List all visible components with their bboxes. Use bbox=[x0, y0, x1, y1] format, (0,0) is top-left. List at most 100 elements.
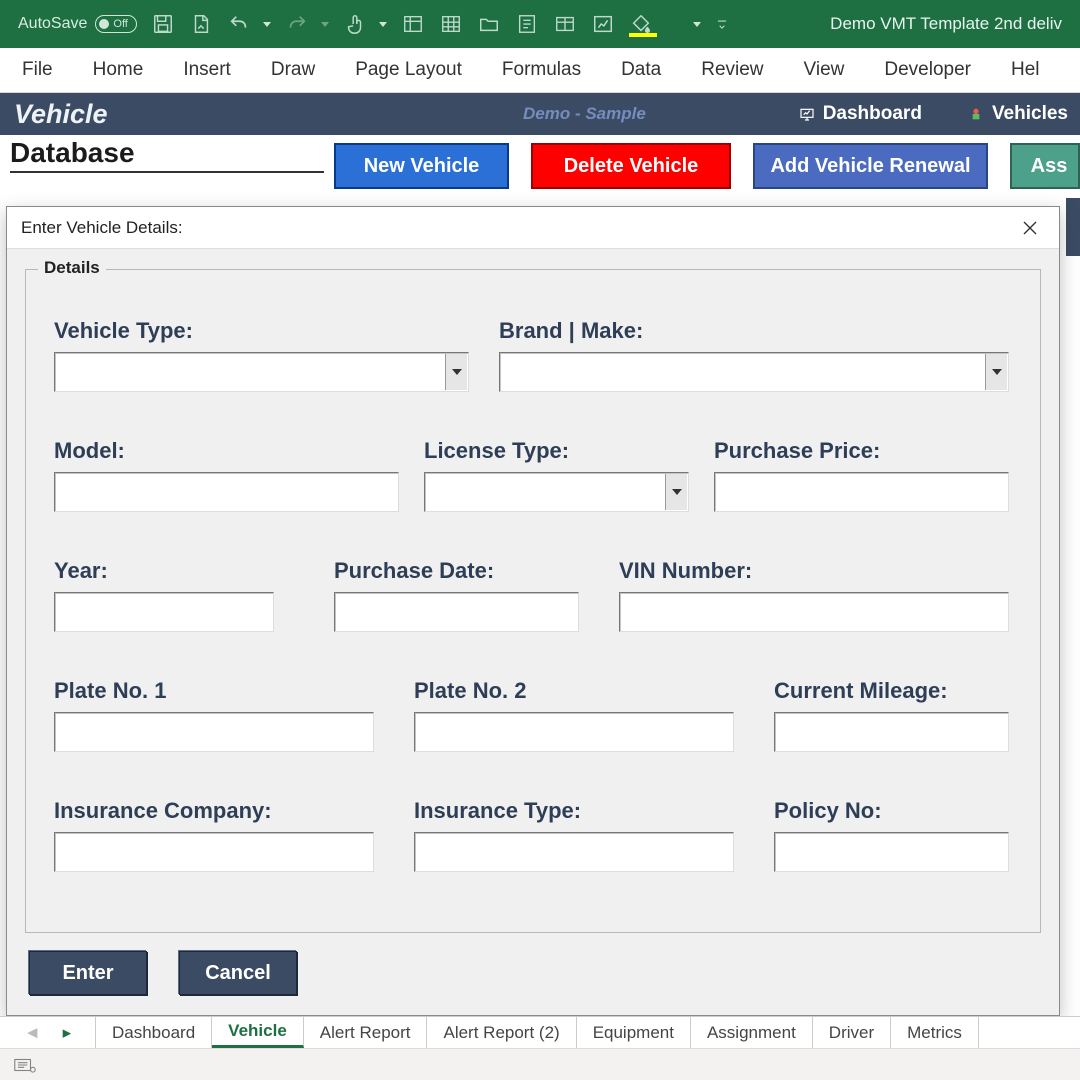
ins-type-field[interactable] bbox=[414, 832, 734, 872]
sheet-tab-alert-report[interactable]: Alert Report bbox=[304, 1017, 428, 1048]
ribbon-tab-insert[interactable]: Insert bbox=[183, 59, 231, 81]
macro-record-icon[interactable] bbox=[14, 1057, 36, 1073]
chart-icon[interactable] bbox=[591, 13, 615, 35]
table-icon[interactable] bbox=[553, 13, 577, 35]
plate1-field[interactable] bbox=[54, 712, 374, 752]
ins-type-input[interactable] bbox=[415, 833, 733, 871]
ribbon-tab-home[interactable]: Home bbox=[93, 59, 144, 81]
touch-dropdown-icon[interactable] bbox=[377, 22, 387, 27]
ribbon-tab-developer[interactable]: Developer bbox=[884, 59, 971, 81]
ribbon-tab-formulas[interactable]: Formulas bbox=[502, 59, 581, 81]
sheet-tab-dashboard[interactable]: Dashboard bbox=[96, 1017, 212, 1048]
delete-vehicle-button[interactable]: Delete Vehicle bbox=[531, 143, 731, 189]
nav-dashboard[interactable]: Dashboard bbox=[799, 103, 922, 125]
new-vehicle-button[interactable]: New Vehicle bbox=[334, 143, 509, 189]
current-mileage-field[interactable] bbox=[774, 712, 1009, 752]
policy-no-label: Policy No: bbox=[774, 798, 882, 824]
cancel-label: Cancel bbox=[205, 962, 271, 985]
redo-dropdown-icon[interactable] bbox=[319, 22, 329, 27]
license-type-input[interactable] bbox=[425, 473, 688, 511]
ribbon-tab-file[interactable]: File bbox=[22, 59, 53, 81]
policy-no-input[interactable] bbox=[775, 833, 1008, 871]
ribbon-tab-review[interactable]: Review bbox=[701, 59, 763, 81]
vehicle-type-dropdown-icon[interactable] bbox=[445, 354, 467, 390]
plate2-input[interactable] bbox=[415, 713, 733, 751]
model-field[interactable] bbox=[54, 472, 399, 512]
dialog-titlebar: Enter Vehicle Details: bbox=[7, 207, 1059, 249]
ribbon-tab-data[interactable]: Data bbox=[621, 59, 661, 81]
export-icon[interactable] bbox=[189, 13, 213, 35]
assign-label: Ass bbox=[1031, 155, 1068, 178]
redo-icon[interactable] bbox=[285, 13, 309, 35]
sheet-tab-driver[interactable]: Driver bbox=[813, 1017, 891, 1048]
sheet-tab-vehicle[interactable]: Vehicle bbox=[212, 1017, 304, 1048]
undo-icon[interactable] bbox=[227, 13, 251, 35]
autosave-toggle[interactable]: AutoSave Off bbox=[18, 15, 137, 33]
new-vehicle-label: New Vehicle bbox=[364, 155, 480, 178]
current-mileage-input[interactable] bbox=[775, 713, 1008, 751]
model-input[interactable] bbox=[55, 473, 398, 511]
purchase-price-input[interactable] bbox=[715, 473, 1008, 511]
customize-qat-icon[interactable] bbox=[715, 13, 729, 35]
policy-no-field[interactable] bbox=[774, 832, 1009, 872]
enter-button[interactable]: Enter bbox=[29, 951, 147, 995]
license-type-combo[interactable] bbox=[424, 472, 689, 512]
autosave-state: Off bbox=[113, 18, 127, 30]
vehicle-type-input[interactable] bbox=[55, 353, 468, 391]
ribbon-tab-page-layout[interactable]: Page Layout bbox=[355, 59, 462, 81]
open-icon[interactable] bbox=[477, 13, 501, 35]
current-mileage-label: Current Mileage: bbox=[774, 678, 948, 704]
dashboard-icon bbox=[799, 106, 815, 122]
cancel-button[interactable]: Cancel bbox=[179, 951, 297, 995]
license-type-dropdown-icon[interactable] bbox=[665, 474, 687, 510]
form-icon[interactable] bbox=[515, 13, 539, 35]
vehicles-icon bbox=[968, 106, 984, 122]
add-renewal-label: Add Vehicle Renewal bbox=[770, 155, 970, 178]
vin-number-field[interactable] bbox=[619, 592, 1009, 632]
sheet-nav[interactable]: ◄ ▸ bbox=[0, 1017, 96, 1048]
ribbon-tab-view[interactable]: View bbox=[804, 59, 845, 81]
sheet-next-icon[interactable]: ▸ bbox=[63, 1023, 72, 1043]
vehicle-details-dialog: Enter Vehicle Details: Details Vehicle T… bbox=[6, 206, 1060, 1016]
ins-company-label: Insurance Company: bbox=[54, 798, 272, 824]
brand-make-label: Brand | Make: bbox=[499, 318, 643, 344]
sheet-prev-icon[interactable]: ◄ bbox=[24, 1023, 41, 1043]
sheet-view-icon[interactable] bbox=[401, 13, 425, 35]
vehicle-type-combo[interactable] bbox=[54, 352, 469, 392]
sheet-tab-assignment[interactable]: Assignment bbox=[691, 1017, 813, 1048]
brand-make-combo[interactable] bbox=[499, 352, 1009, 392]
purchase-price-field[interactable] bbox=[714, 472, 1009, 512]
pivot-icon[interactable] bbox=[439, 13, 463, 35]
save-icon[interactable] bbox=[151, 13, 175, 35]
sheet-tab-equipment[interactable]: Equipment bbox=[577, 1017, 691, 1048]
purchase-date-field[interactable] bbox=[334, 592, 579, 632]
enter-label: Enter bbox=[62, 962, 113, 985]
close-icon bbox=[1022, 220, 1038, 236]
close-button[interactable] bbox=[1015, 213, 1045, 243]
ins-company-input[interactable] bbox=[55, 833, 373, 871]
plate2-field[interactable] bbox=[414, 712, 734, 752]
app-header-strip: Vehicle Demo - Sample Dashboard Vehicles bbox=[0, 93, 1080, 135]
brand-make-input[interactable] bbox=[500, 353, 1008, 391]
brand-make-dropdown-icon[interactable] bbox=[985, 354, 1007, 390]
sheet-tab-alert-report-2[interactable]: Alert Report (2) bbox=[427, 1017, 576, 1048]
fill-dropdown-icon[interactable] bbox=[691, 22, 701, 27]
plate1-input[interactable] bbox=[55, 713, 373, 751]
assign-button[interactable]: Ass bbox=[1010, 143, 1080, 189]
touch-mode-icon[interactable] bbox=[343, 13, 367, 35]
sheet-tab-metrics[interactable]: Metrics bbox=[891, 1017, 979, 1048]
year-field[interactable] bbox=[54, 592, 274, 632]
vin-number-input[interactable] bbox=[620, 593, 1008, 631]
status-bar bbox=[0, 1048, 1080, 1080]
undo-dropdown-icon[interactable] bbox=[261, 22, 271, 27]
ins-company-field[interactable] bbox=[54, 832, 374, 872]
year-input[interactable] bbox=[55, 593, 273, 631]
add-renewal-button[interactable]: Add Vehicle Renewal bbox=[753, 143, 988, 189]
ribbon-tab-draw[interactable]: Draw bbox=[271, 59, 315, 81]
ribbon-tab-help[interactable]: Hel bbox=[1011, 59, 1040, 81]
fill-color-icon[interactable] bbox=[629, 13, 653, 35]
demo-label: Demo - Sample bbox=[523, 104, 646, 124]
right-strip-extension bbox=[1066, 198, 1080, 256]
nav-vehicles[interactable]: Vehicles bbox=[968, 103, 1068, 125]
purchase-date-input[interactable] bbox=[335, 593, 578, 631]
